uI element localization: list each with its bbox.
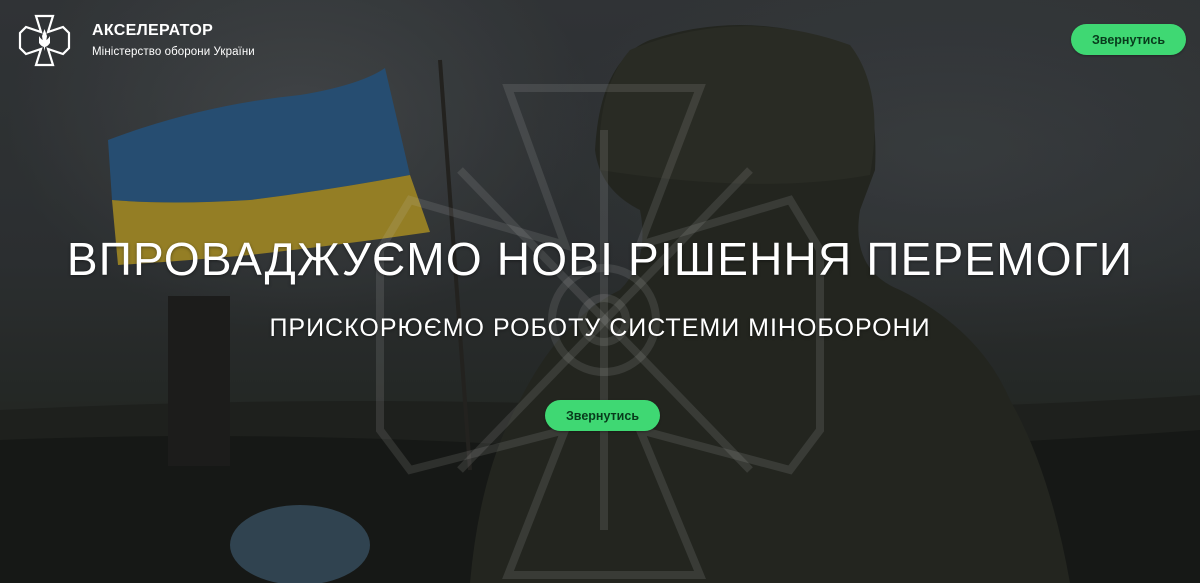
header-contact-button[interactable]: Звернутись bbox=[1071, 24, 1186, 55]
dark-overlay bbox=[0, 0, 1200, 583]
hero-contact-button[interactable]: Звернутись bbox=[545, 400, 660, 431]
ministry-logo-icon[interactable] bbox=[17, 13, 72, 68]
hero-headline: ВПРОВАДЖУЄМО НОВІ РІШЕННЯ ПЕРЕМОГИ bbox=[66, 233, 1134, 285]
hero-subheadline: ПРИСКОРЮЄМО РОБОТУ СИСТЕМИ МІНОБОРОНИ bbox=[269, 314, 931, 342]
hero-background bbox=[0, 0, 1200, 583]
brand-subtitle: Міністерство оборони України bbox=[92, 46, 255, 58]
brand-title: АКСЕЛЕРАТОР bbox=[92, 22, 214, 39]
